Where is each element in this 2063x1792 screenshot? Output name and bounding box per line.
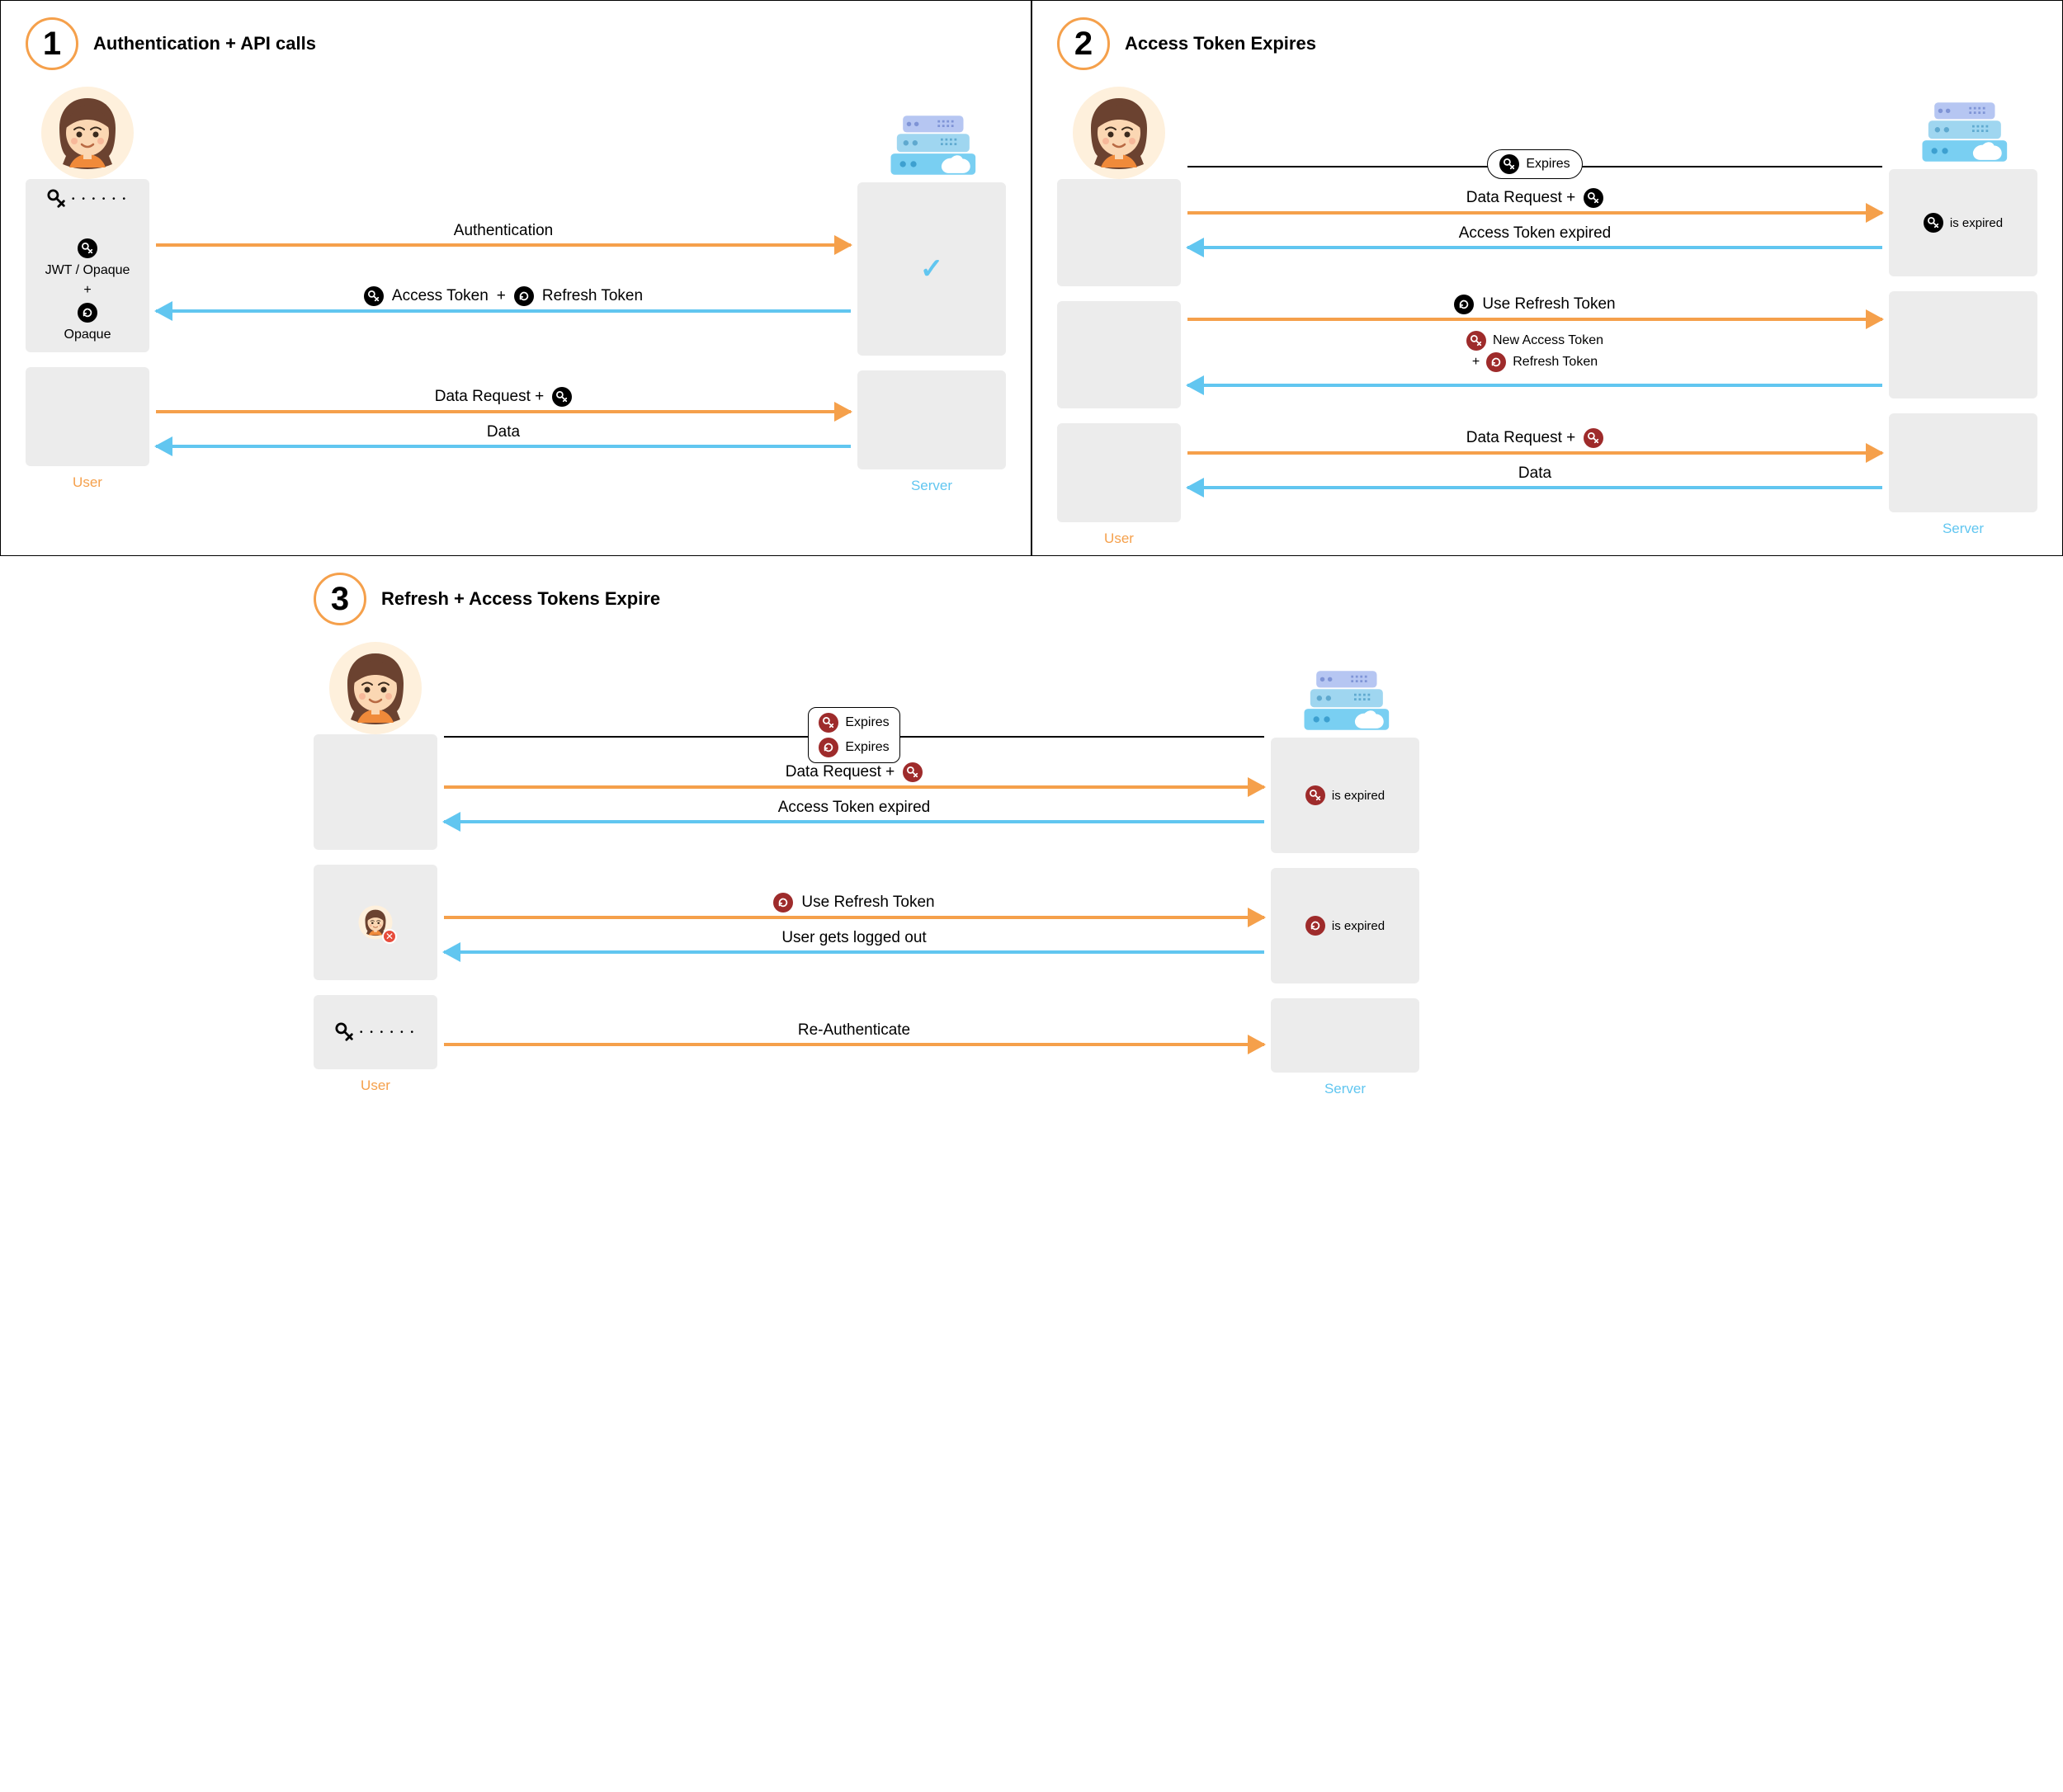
panel-2-title: Access Token Expires bbox=[1125, 33, 1316, 54]
refresh-token-icon bbox=[514, 286, 534, 306]
arrow-tokens-returned: Access Token + Refresh Token bbox=[156, 288, 851, 316]
user-label: User bbox=[314, 1078, 437, 1094]
access-token-icon bbox=[364, 286, 384, 306]
arrow-expired-response: Access Token expired bbox=[1187, 224, 1882, 252]
user-avatar-icon bbox=[1069, 83, 1168, 182]
arrow-data-request: Data Request + bbox=[1187, 190, 1882, 218]
panel-access-token-expires: 2 Access Token Expires User Expires bbox=[1032, 0, 2063, 556]
arrow-data-response: Data bbox=[156, 423, 851, 451]
arrow-use-refresh-token: Use Refresh Token bbox=[444, 894, 1264, 922]
access-token-expired-icon bbox=[819, 713, 838, 733]
server-icon bbox=[886, 108, 977, 182]
refresh-token-expired-icon bbox=[1305, 916, 1325, 936]
refresh-token-icon bbox=[78, 303, 97, 323]
arrow-expired-response: Access Token expired bbox=[444, 799, 1264, 827]
panel-auth-api-calls: 1 Authentication + API calls • • • • • •… bbox=[0, 0, 1032, 556]
server-icon bbox=[1918, 95, 2009, 169]
step-number-2: 2 bbox=[1057, 17, 1110, 70]
panel-1-title: Authentication + API calls bbox=[93, 33, 316, 54]
panel-3-title: Refresh + Access Tokens Expire bbox=[381, 588, 660, 610]
arrow-data-request: Data Request + bbox=[444, 764, 1264, 792]
credentials-icon: • • • • • • bbox=[335, 1022, 416, 1042]
jwt-opaque-label: JWT / Opaque bbox=[45, 263, 130, 278]
arrow-data-response: Data bbox=[1187, 465, 1882, 493]
arrow-data-request-retry: Data Request + bbox=[1187, 430, 1882, 458]
step-number-1: 1 bbox=[26, 17, 78, 70]
user-label: User bbox=[26, 474, 149, 491]
opaque-label: Opaque bbox=[64, 328, 111, 342]
server-label: Server bbox=[1889, 521, 2037, 537]
user-label: User bbox=[1057, 531, 1181, 547]
access-token-icon bbox=[552, 387, 572, 407]
access-token-icon bbox=[78, 238, 97, 258]
refresh-token-icon bbox=[773, 893, 793, 913]
arrow-logged-out: User gets logged out bbox=[444, 929, 1264, 957]
panel-refresh-access-expire: 3 Refresh + Access Tokens Expire ✕ • • •… bbox=[289, 556, 1444, 1106]
access-token-icon bbox=[903, 762, 923, 782]
checkmark-icon: ✓ bbox=[920, 252, 944, 285]
new-access-token-icon bbox=[1584, 428, 1603, 448]
access-token-expired-icon bbox=[1305, 785, 1325, 805]
step-number-3: 3 bbox=[314, 573, 366, 625]
new-refresh-token-icon bbox=[1486, 352, 1506, 372]
logout-badge-icon: ✕ bbox=[382, 929, 397, 944]
server-label: Server bbox=[1271, 1081, 1419, 1097]
new-access-token-icon bbox=[1466, 331, 1486, 351]
access-token-icon bbox=[1924, 213, 1943, 233]
server-label: Server bbox=[857, 478, 1006, 494]
arrow-use-refresh-token: Use Refresh Token bbox=[1187, 296, 1882, 324]
arrow-new-tokens bbox=[1187, 379, 1882, 390]
user-avatar-icon bbox=[38, 83, 137, 182]
arrow-reauthenticate: Re-Authenticate bbox=[444, 1021, 1264, 1049]
access-token-icon bbox=[1584, 188, 1603, 208]
arrow-data-request: Data Request + bbox=[156, 389, 851, 417]
user-avatar-icon bbox=[326, 639, 425, 738]
refresh-token-icon bbox=[1454, 295, 1474, 314]
credentials-icon: • • • • • • bbox=[47, 189, 128, 209]
server-icon bbox=[1300, 663, 1390, 738]
arrow-authentication: Authentication bbox=[156, 222, 851, 250]
plus-label: + bbox=[83, 283, 91, 298]
